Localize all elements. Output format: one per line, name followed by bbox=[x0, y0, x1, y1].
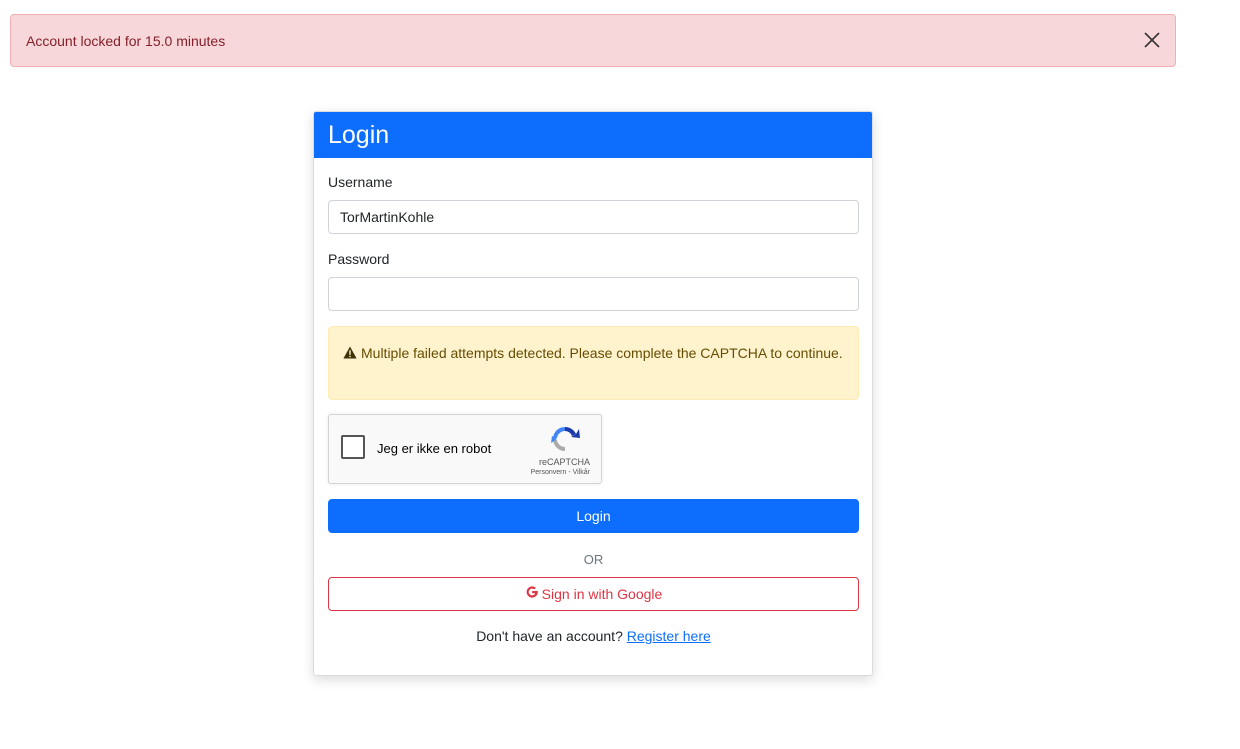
warning-text: Multiple failed attempts detected. Pleas… bbox=[361, 345, 843, 361]
username-label: Username bbox=[328, 174, 393, 190]
recaptcha-widget: Jeg er ikke en robot reCAPTCHA Personver… bbox=[328, 414, 602, 484]
password-label: Password bbox=[328, 251, 390, 267]
register-link[interactable]: Register here bbox=[627, 628, 711, 644]
google-icon bbox=[525, 585, 539, 604]
login-button[interactable]: Login bbox=[328, 499, 859, 533]
recaptcha-links[interactable]: Personvern - Vilkår bbox=[531, 469, 590, 476]
recaptcha-label: Jeg er ikke en robot bbox=[377, 441, 492, 456]
google-sign-in-button[interactable]: Sign in with Google bbox=[328, 577, 859, 611]
google-button-label: Sign in with Google bbox=[541, 586, 663, 602]
login-title: Login bbox=[314, 112, 872, 158]
or-divider: OR bbox=[583, 552, 604, 567]
warning-icon bbox=[343, 343, 357, 359]
captcha-warning: Multiple failed attempts detected. Pleas… bbox=[328, 326, 859, 400]
register-prompt: Don't have an account? bbox=[476, 628, 623, 644]
register-prompt-line: Don't have an account? Register here bbox=[328, 628, 859, 644]
recaptcha-logo-icon bbox=[548, 424, 582, 454]
password-input[interactable] bbox=[328, 277, 859, 311]
close-icon[interactable] bbox=[1142, 30, 1162, 50]
account-locked-alert: Account locked for 15.0 minutes bbox=[10, 14, 1176, 67]
login-card: Login Username Password Multiple failed … bbox=[313, 111, 873, 676]
recaptcha-checkbox[interactable] bbox=[341, 435, 365, 459]
alert-message: Account locked for 15.0 minutes bbox=[26, 32, 226, 49]
username-input[interactable] bbox=[328, 200, 859, 234]
recaptcha-brand: reCAPTCHA bbox=[538, 457, 590, 467]
